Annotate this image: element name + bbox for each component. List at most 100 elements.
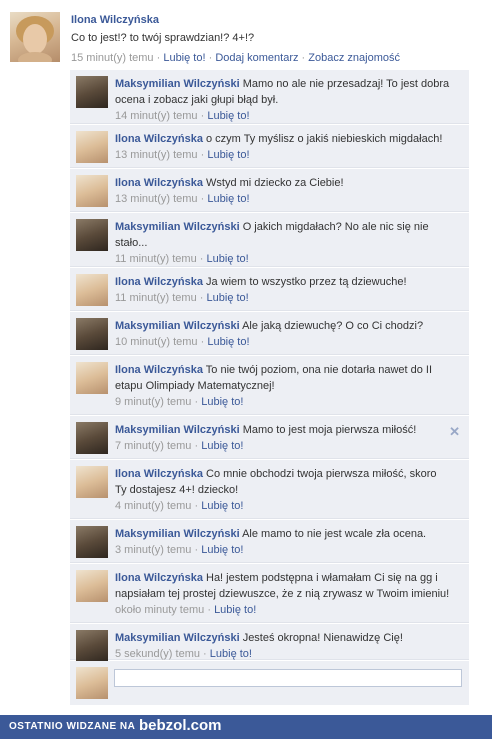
- son-avatar[interactable]: [76, 422, 108, 454]
- comment-item: Maksymilian Wilczyński Ale jaką dziewuch…: [70, 312, 469, 355]
- separator: ·: [207, 604, 211, 616]
- son-avatar[interactable]: [76, 630, 108, 662]
- comment-item: Maksymilian Wilczyński Ale mamo to nie j…: [70, 520, 469, 563]
- separator: ·: [199, 253, 204, 265]
- comment-item: Maksymilian Wilczyński Jesteś okropna! N…: [70, 624, 469, 662]
- comment-author[interactable]: Maksymilian Wilczyński: [115, 320, 240, 332]
- comment-like-link[interactable]: Lubię to!: [207, 292, 249, 304]
- comment-item: Maksymilian Wilczyński O jakich migdałac…: [70, 213, 469, 267]
- son-avatar[interactable]: [76, 526, 108, 558]
- comment-body: Maksymilian Wilczyński Mamo to jest moja…: [115, 422, 450, 454]
- post-like-link[interactable]: Lubię to!: [163, 52, 205, 64]
- site-logo[interactable]: bebzol.com: [139, 717, 222, 734]
- comment-author[interactable]: Maksymilian Wilczyński: [115, 632, 240, 644]
- comment-author[interactable]: Maksymilian Wilczyński: [115, 78, 240, 90]
- comment-like-link[interactable]: Lubię to!: [207, 193, 249, 205]
- post-meta: 15 minut(y) temu · Lubię to! · Dodaj kom…: [71, 52, 400, 64]
- comment-like-link[interactable]: Lubię to!: [210, 648, 252, 660]
- comment-author[interactable]: Maksymilian Wilczyński: [115, 424, 240, 436]
- comment-item: Ilona Wilczyńska Ha! jestem podstępna i …: [70, 564, 469, 623]
- separator: ·: [194, 396, 199, 408]
- comment-body: Maksymilian Wilczyński Jesteś okropna! N…: [115, 630, 450, 662]
- separator: ·: [199, 292, 204, 304]
- comment-like-link[interactable]: Lubię to!: [214, 604, 256, 616]
- comment-item: Ilona Wilczyńska Co mnie obchodzi twoja …: [70, 460, 469, 519]
- separator: ·: [203, 648, 207, 660]
- comment-body: Maksymilian Wilczyński Mamo no ale nie p…: [115, 76, 450, 124]
- comment-text: Wstyd mi dziecko za Ciebie!: [206, 177, 344, 189]
- comment-time: 13 minut(y) temu: [115, 149, 198, 161]
- comment-item: Maksymilian Wilczyński Mamo to jest moja…: [70, 416, 469, 459]
- comment-author[interactable]: Ilona Wilczyńska: [115, 133, 203, 145]
- comment-author[interactable]: Ilona Wilczyńska: [115, 572, 203, 584]
- comment-body: Ilona Wilczyńska Co mnie obchodzi twoja …: [115, 466, 450, 514]
- comment-body: Ilona Wilczyńska Wstyd mi dziecko za Cie…: [115, 175, 450, 207]
- separator: ·: [208, 52, 213, 64]
- comment-like-link[interactable]: Lubię to!: [207, 336, 249, 348]
- comment-body: Ilona Wilczyńska o czym Ty myślisz o jak…: [115, 131, 450, 163]
- separator: ·: [200, 149, 205, 161]
- comment-author[interactable]: Ilona Wilczyńska: [115, 177, 203, 189]
- comment-time: 11 minut(y) temu: [115, 292, 197, 304]
- comment-like-link[interactable]: Lubię to!: [207, 149, 249, 161]
- reply-box: [70, 661, 469, 705]
- separator: ·: [200, 193, 205, 205]
- comment-item: Ilona Wilczyńska Ja wiem to wszystko prz…: [70, 268, 469, 311]
- mother-avatar[interactable]: [76, 362, 108, 394]
- comment-time: około minuty temu: [115, 604, 205, 616]
- comment-body: Maksymilian Wilczyński Ale mamo to nie j…: [115, 526, 450, 558]
- mother-avatar: [76, 667, 108, 699]
- comment-body: Maksymilian Wilczyński O jakich migdałac…: [115, 219, 450, 267]
- comment-time: 10 minut(y) temu: [115, 336, 198, 348]
- separator: ·: [301, 52, 306, 64]
- comment-body: Ilona Wilczyńska To nie twój poziom, ona…: [115, 362, 450, 410]
- mother-avatar[interactable]: [76, 131, 108, 163]
- separator: ·: [194, 440, 199, 452]
- comment-item: Ilona Wilczyńska Wstyd mi dziecko za Cie…: [70, 169, 469, 212]
- comment-author[interactable]: Ilona Wilczyńska: [115, 364, 203, 376]
- comment-like-link[interactable]: Lubię to!: [201, 396, 243, 408]
- comment-like-link[interactable]: Lubię to!: [207, 110, 249, 122]
- comment-like-link[interactable]: Lubię to!: [201, 500, 243, 512]
- footer-text: OSTATNIO WIDZANE NA: [9, 721, 136, 732]
- comment-item: Ilona Wilczyńska o czym Ty myślisz o jak…: [70, 125, 469, 168]
- comment-text: Ale mamo to nie jest wcale zła ocena.: [242, 528, 427, 540]
- comment-text: Jesteś okropna! Nienawidzę Cię!: [242, 632, 403, 644]
- comment-body: Ilona Wilczyńska Ja wiem to wszystko prz…: [115, 274, 450, 306]
- post-author-name[interactable]: Ilona Wilczyńska: [71, 14, 159, 26]
- mother-avatar[interactable]: [76, 570, 108, 602]
- add-comment-link[interactable]: Dodaj komentarz: [215, 52, 298, 64]
- post-time[interactable]: 15 minut(y) temu: [71, 52, 154, 64]
- comment-text: o czym Ty myślisz o jakiś niebieskich mi…: [206, 133, 443, 145]
- separator: ·: [200, 110, 205, 122]
- comment-author[interactable]: Maksymilian Wilczyński: [115, 221, 240, 233]
- comment-input[interactable]: [114, 669, 462, 687]
- footer-banner: OSTATNIO WIDZANE NA bebzol.com: [0, 715, 492, 739]
- comment-item: Ilona Wilczyńska To nie twój poziom, ona…: [70, 356, 469, 415]
- mother-avatar[interactable]: [76, 175, 108, 207]
- separator: ·: [200, 336, 205, 348]
- comment-like-link[interactable]: Lubię to!: [207, 253, 249, 265]
- comment-time: 4 minut(y) temu: [115, 500, 192, 512]
- son-avatar[interactable]: [76, 219, 108, 251]
- post-text: Co to jest!? to twój sprawdzian!? 4+!?: [71, 32, 255, 44]
- comment-like-link[interactable]: Lubię to!: [201, 544, 243, 556]
- comment-time: 14 minut(y) temu: [115, 110, 198, 122]
- mother-avatar[interactable]: [76, 466, 108, 498]
- comment-author[interactable]: Ilona Wilczyńska: [115, 468, 203, 480]
- comment-author[interactable]: Ilona Wilczyńska: [115, 276, 203, 288]
- comment-like-link[interactable]: Lubię to!: [201, 440, 243, 452]
- mother-avatar[interactable]: [76, 274, 108, 306]
- comment-text: Mamo to jest moja pierwsza miłość!: [242, 424, 417, 436]
- author-avatar[interactable]: [10, 12, 60, 62]
- comment-author[interactable]: Maksymilian Wilczyński: [115, 528, 240, 540]
- comment-time: 7 minut(y) temu: [115, 440, 192, 452]
- son-avatar[interactable]: [76, 318, 108, 350]
- see-friendship-link[interactable]: Zobacz znajomość: [308, 52, 400, 64]
- separator: ·: [194, 500, 199, 512]
- comment-text: Ja wiem to wszystko przez tą dziewuche!: [206, 276, 407, 288]
- comment-time: 5 sekund(y) temu: [115, 648, 200, 660]
- comment-body: Ilona Wilczyńska Ha! jestem podstępna i …: [115, 570, 450, 618]
- son-avatar[interactable]: [76, 76, 108, 108]
- close-icon[interactable]: ✕: [449, 424, 460, 440]
